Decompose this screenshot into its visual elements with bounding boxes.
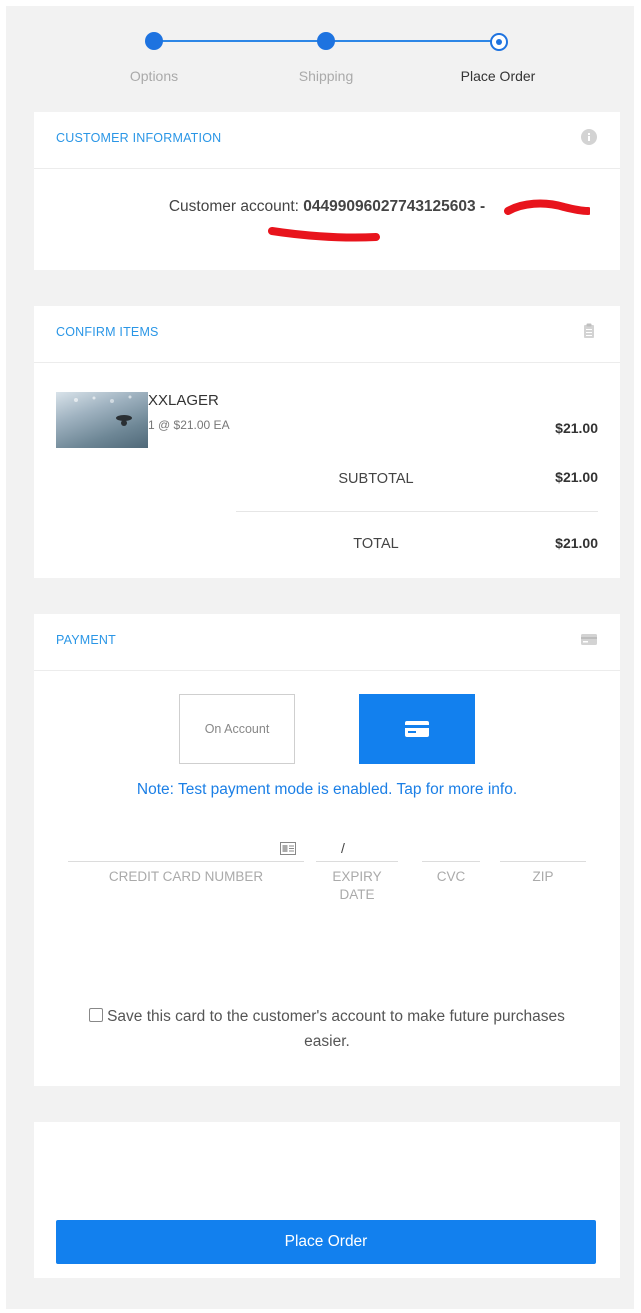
credit-card-icon (581, 634, 597, 645)
zip-label: ZIP (532, 869, 554, 884)
place-order-button[interactable]: Place Order (56, 1220, 596, 1264)
cvc-input[interactable] (422, 839, 480, 862)
total-value: $21.00 (555, 535, 598, 551)
stepper-line-1 (154, 40, 326, 42)
credit-card-icon (405, 721, 429, 737)
customer-info-card: CUSTOMER INFORMATION Customer account: 0… (34, 112, 620, 270)
expiry-input[interactable]: / (316, 839, 398, 862)
test-mode-note[interactable]: Note: Test payment mode is enabled. Tap … (34, 781, 620, 799)
save-card-checkbox[interactable] (89, 1008, 104, 1022)
payment-header: PAYMENT (34, 614, 620, 671)
confirm-items-card: CONFIRM ITEMS XXLAGER 1 @ $21.00 EA $21.… (34, 306, 620, 578)
card-number-input[interactable] (68, 839, 304, 862)
card-outline-icon (280, 842, 296, 855)
total-label: TOTAL (353, 536, 399, 552)
step-dot-options[interactable] (145, 32, 163, 50)
place-order-card: Place Order (34, 1122, 620, 1278)
item-price: $21.00 (555, 420, 598, 436)
subtotal-label: SUBTOTAL (338, 471, 414, 487)
item-name: XXLAGER (148, 392, 219, 409)
item-quantity: 1 @ $21.00 EA (148, 418, 230, 432)
product-image (74, 395, 132, 426)
step-label-place-order: Place Order (460, 68, 536, 84)
on-account-label: On Account (204, 722, 270, 736)
step-dot-shipping[interactable] (317, 32, 335, 50)
info-icon[interactable] (580, 128, 598, 146)
on-account-option[interactable]: On Account (179, 694, 295, 764)
customer-info-header: CUSTOMER INFORMATION (34, 112, 620, 169)
clipboard-icon (584, 323, 594, 338)
step-label-options[interactable]: Options (94, 68, 214, 84)
save-card-text: Save this card to the customer's account… (107, 1008, 565, 1050)
customer-account-number: 04499096027743125603 - (303, 198, 486, 215)
redaction-mark (504, 199, 590, 215)
confirm-items-title: CONFIRM ITEMS (56, 325, 159, 339)
item-thumbnail (56, 392, 148, 448)
expiry-label: EXPIRY DATE (332, 869, 382, 902)
customer-account-label: Customer account: (168, 198, 299, 215)
expiry-separator: / (341, 840, 345, 856)
payment-title: PAYMENT (56, 633, 116, 647)
checkout-stepper: Options Shipping Place Order (0, 0, 641, 100)
redaction-mark (268, 227, 380, 242)
step-label-shipping[interactable]: Shipping (266, 68, 386, 84)
stepper-line-2 (326, 40, 498, 42)
zip-input[interactable] (500, 839, 586, 862)
confirm-items-header: CONFIRM ITEMS (34, 306, 620, 363)
payment-card: PAYMENT On Account Note: Test payment mo… (34, 614, 620, 1086)
credit-card-option[interactable] (359, 694, 475, 764)
customer-info-title: CUSTOMER INFORMATION (56, 131, 222, 145)
subtotal-value: $21.00 (555, 469, 598, 485)
cvc-label: CVC (436, 869, 466, 884)
card-number-label: CREDIT CARD NUMBER (108, 869, 264, 884)
step-dot-place-order (490, 33, 508, 51)
save-card-option[interactable]: Save this card to the customer's account… (74, 1004, 580, 1054)
totals-divider (236, 511, 598, 512)
